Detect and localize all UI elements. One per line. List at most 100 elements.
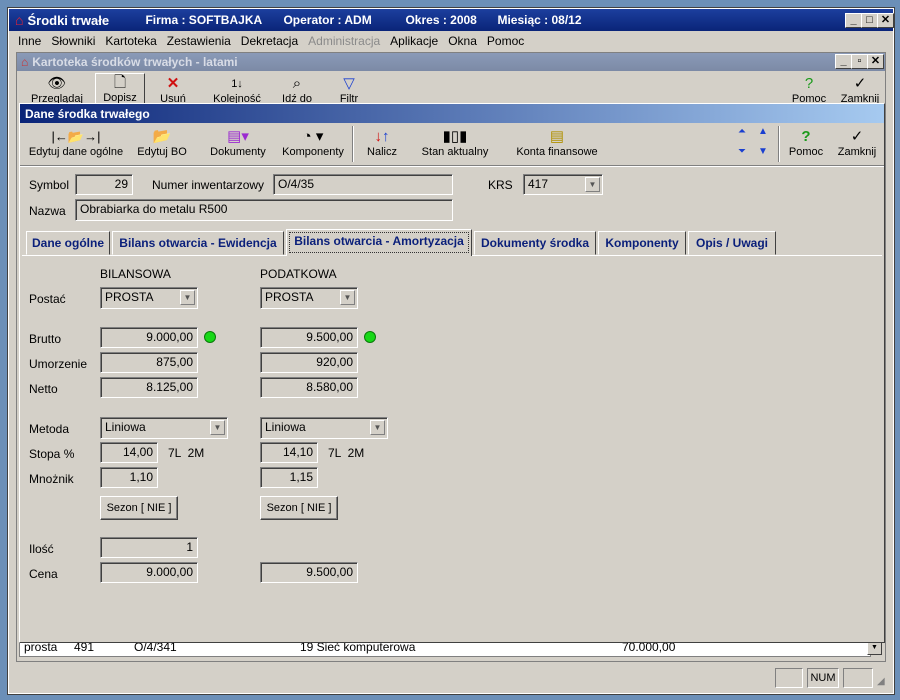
menu-inne[interactable]: Inne [18, 34, 41, 48]
konta-finansowe-button[interactable]: ▤ Konta finansowe [508, 128, 606, 158]
stan-aktualny-button[interactable]: ▮▯▮ Stan aktualny [418, 128, 492, 158]
edytuj-dane-ogolne-button[interactable]: |←📂→| Edytuj dane ogólne [26, 128, 126, 158]
nazwa-label: Nazwa [29, 204, 66, 218]
minimize-button[interactable]: _ [845, 13, 862, 28]
bil-netto-field[interactable]: 8.125,00 [100, 377, 198, 398]
metoda-label: Metoda [29, 422, 70, 436]
status-panel-1 [775, 668, 803, 688]
bil-metoda-select[interactable]: Liniowa ▼ [100, 417, 228, 439]
pod-metoda-select[interactable]: Liniowa ▼ [260, 417, 388, 439]
dialog-pomoc-button[interactable]: ? Pomoc [786, 128, 826, 158]
edit-general-icon: |←📂→| [51, 129, 101, 144]
ilosc-field[interactable]: 1 [100, 537, 198, 558]
inv-number-field[interactable]: O/4/35 [273, 174, 453, 195]
bil-cena-field[interactable]: 9.000,00 [100, 562, 198, 583]
pod-brutto-field[interactable]: 9.500,00 [260, 327, 358, 348]
nav-first-icon[interactable]: ⏶ [738, 126, 746, 137]
goto-icon: ⌕ [292, 75, 302, 92]
bil-mnoznik-field[interactable]: 1,10 [100, 467, 158, 488]
edytuj-bo-button[interactable]: 📂 Edytuj BO [134, 128, 190, 158]
kartoteka-pomoc-button[interactable]: ? Pomoc [787, 75, 831, 105]
nav-prev-icon[interactable]: ▲ [758, 126, 768, 137]
app-title: Środki trwałe [27, 12, 110, 28]
sort-order-icon: 1↓ [231, 78, 243, 90]
list-scroll-down-button[interactable]: ▼ [867, 641, 882, 655]
dialog-titlebar: Dane środka trwałego [20, 104, 884, 123]
bil-stopa-field[interactable]: 14,00 [100, 442, 158, 463]
brutto-label: Brutto [29, 332, 62, 346]
delete-x-icon: ✕ [166, 75, 180, 92]
kartoteka-restore-button[interactable]: ▫ [851, 54, 868, 69]
nazwa-field[interactable]: Obrabiarka do metalu R500 [75, 199, 453, 221]
krs-select[interactable]: 417 ▼ [523, 174, 603, 195]
eye-icon: 👁 [47, 75, 67, 92]
krs-label: KRS [488, 178, 513, 192]
pod-sezon-button[interactable]: Sezon [ NIE ] [260, 496, 338, 520]
netto-label: Netto [29, 382, 58, 396]
bar-chart-icon: ▮▯▮ [442, 128, 468, 145]
pod-cena-field[interactable]: 9.500,00 [260, 562, 358, 583]
kartoteka-titlebar: ⌂ Kartoteka środków trwałych - latami [17, 53, 885, 71]
kartoteka-zamknij-button[interactable]: ✓ Zamknij [837, 75, 883, 105]
kartoteka-minimize-button[interactable]: _ [835, 54, 852, 69]
kartoteka-idz-do-button[interactable]: ⌕ Idź do [275, 75, 319, 105]
menu-kartoteka[interactable]: Kartoteka [105, 34, 156, 48]
close-button[interactable]: ✕ [877, 13, 894, 28]
size-grip-icon[interactable]: ◢ [877, 676, 891, 690]
inv-number-label: Numer inwentarzowy [152, 178, 265, 192]
bil-umorzenie-field[interactable]: 875,00 [100, 352, 198, 373]
maximize-button[interactable]: □ [861, 13, 878, 28]
new-document-icon: 🗋 [113, 74, 127, 91]
okres-label: Okres : 2008 [405, 13, 477, 27]
pod-postac-select[interactable]: PROSTA ▼ [260, 287, 358, 309]
menu-pomoc[interactable]: Pomoc [487, 34, 524, 48]
chevron-down-icon: ▼ [370, 420, 385, 435]
col-bilansowa-heading: BILANSOWA [100, 267, 171, 281]
menu-slowniki[interactable]: Słowniki [51, 34, 95, 48]
menu-aplikacje[interactable]: Aplikacje [390, 34, 438, 48]
kartoteka-title: Kartoteka środków trwałych - latami [32, 55, 238, 69]
status-panel-3 [843, 668, 873, 688]
help-icon: ? [801, 128, 811, 145]
dokumenty-button[interactable]: ▤▾ Dokumenty [206, 128, 270, 158]
toolbar-separator [352, 126, 354, 162]
cena-label: Cena [29, 567, 58, 581]
komponenty-button[interactable]: ◔ ▾ Komponenty [280, 128, 346, 158]
tab-dokumenty-srodka[interactable]: Dokumenty środka [474, 231, 596, 255]
status-num: NUM [807, 668, 839, 688]
pod-umorzenie-field[interactable]: 920,00 [260, 352, 358, 373]
kartoteka-dopisz-button[interactable]: 🗋 Dopisz [95, 73, 145, 105]
filter-icon: ▽ [343, 75, 355, 92]
menu-zestawienia[interactable]: Zestawienia [167, 34, 231, 48]
kartoteka-filtr-button[interactable]: ▽ Filtr [329, 75, 369, 105]
kartoteka-house-icon: ⌂ [21, 55, 29, 69]
operator-label: Operator : ADM [283, 13, 372, 27]
tab-komponenty[interactable]: Komponenty [598, 231, 686, 255]
kartoteka-close-button[interactable]: ✕ [867, 54, 884, 69]
umorzenie-label: Umorzenie [29, 357, 88, 371]
tab-bilans-ewidencja[interactable]: Bilans otwarcia - Ewidencja [112, 231, 284, 255]
menu-okna[interactable]: Okna [448, 34, 477, 48]
kartoteka-kolejnosc-button[interactable]: 1↓ Kolejność [209, 75, 265, 105]
menu-dekretacja[interactable]: Dekretacja [241, 34, 298, 48]
pod-netto-field[interactable]: 8.580,00 [260, 377, 358, 398]
ilosc-label: Ilość [29, 542, 54, 556]
dialog-zamknij-button[interactable]: ✓ Zamknij [834, 128, 880, 158]
bil-sezon-button[interactable]: Sezon [ NIE ] [100, 496, 178, 520]
nav-last-icon[interactable]: ⏷ [738, 146, 746, 157]
col-podatkowa-heading: PODATKOWA [260, 267, 337, 281]
kartoteka-przegladaj-button[interactable]: 👁 Przeglądaj [27, 75, 87, 105]
menu-bar: Inne Słowniki Kartoteka Zestawienia Dekr… [9, 31, 893, 51]
nav-next-icon[interactable]: ▼ [758, 146, 768, 157]
bil-postac-select[interactable]: PROSTA ▼ [100, 287, 198, 309]
tab-dane-ogolne[interactable]: Dane ogólne [26, 231, 110, 255]
tab-opis-uwagi[interactable]: Opis / Uwagi [688, 231, 776, 255]
checkmark-icon: ✓ [853, 75, 867, 92]
tab-bilans-amortyzacja[interactable]: Bilans otwarcia - Amortyzacja [286, 229, 472, 256]
pod-stopa-field[interactable]: 14,10 [260, 442, 318, 463]
bil-brutto-field[interactable]: 9.000,00 [100, 327, 198, 348]
kartoteka-usun-button[interactable]: ✕ Usuń [153, 75, 193, 105]
nalicz-button[interactable]: ↓↑ Nalicz [360, 128, 404, 158]
symbol-field[interactable]: 29 [75, 174, 133, 195]
pod-mnoznik-field[interactable]: 1,15 [260, 467, 318, 488]
